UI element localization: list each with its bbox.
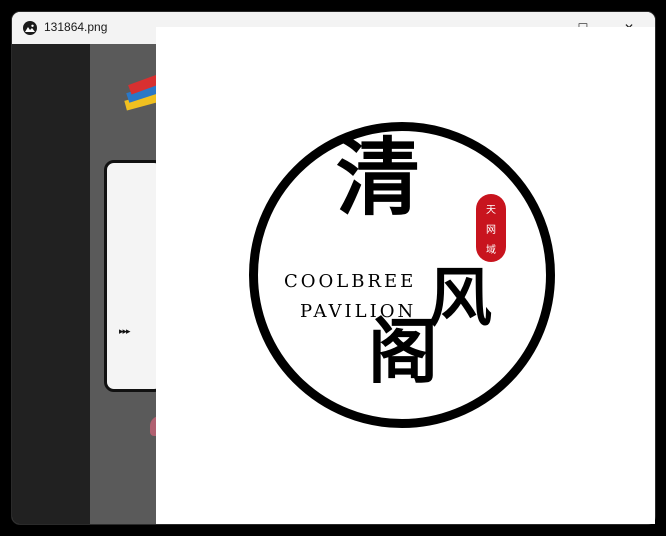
seal-char: 网 (486, 224, 496, 236)
background-dark-strip (12, 44, 90, 524)
background-card (104, 160, 164, 392)
red-seal-stamp: 天 网 域 (476, 194, 506, 262)
background-arrows: ▸▸▸ (119, 327, 131, 337)
logo-char-ge: 阁 (368, 310, 438, 393)
logo-char-qing: 清 (336, 128, 421, 227)
photo-icon (23, 21, 37, 35)
logo-english-line1: COOLBREE (284, 271, 417, 292)
seal-char: 域 (486, 244, 496, 256)
window-title: 131864.png (44, 20, 108, 34)
seal-char: 天 (486, 204, 496, 216)
image-display: 清 天 网 域 COOLBREE PAVILION 风 阁 (156, 27, 655, 524)
